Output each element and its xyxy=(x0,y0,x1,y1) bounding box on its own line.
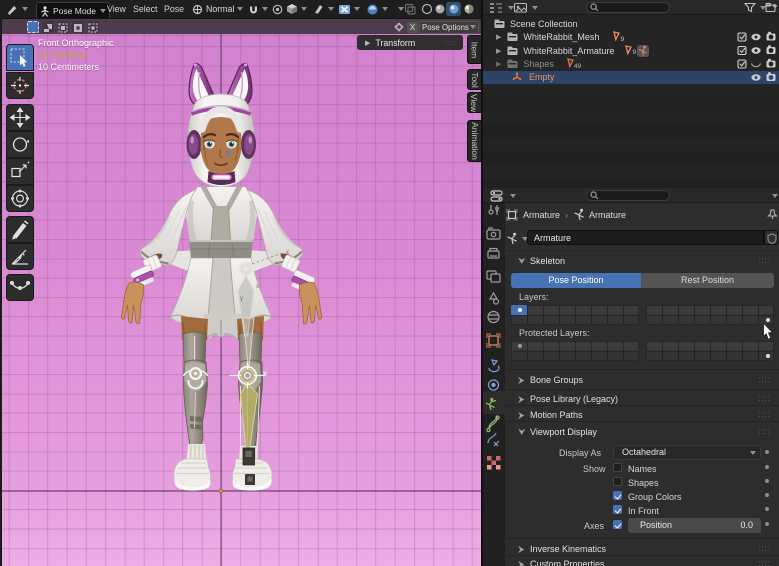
svg-text:x: x xyxy=(286,250,289,256)
svg-text:y: y xyxy=(240,296,243,302)
svg-text:x: x xyxy=(256,284,259,290)
